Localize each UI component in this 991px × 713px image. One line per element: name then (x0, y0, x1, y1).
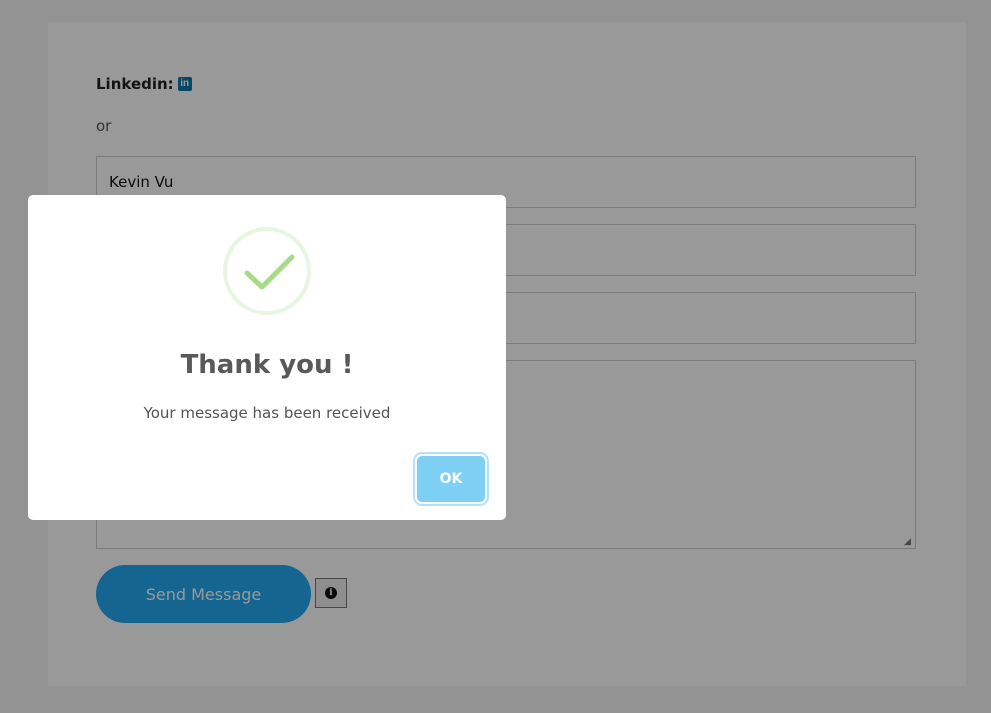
check-icon (244, 254, 295, 290)
dialog-message: Your message has been received (143, 404, 391, 422)
ok-button[interactable]: OK (417, 456, 485, 502)
success-dialog: Thank you ! Your message has been receiv… (28, 195, 506, 520)
success-circle (223, 227, 311, 315)
dialog-title: Thank you ! (180, 350, 354, 380)
